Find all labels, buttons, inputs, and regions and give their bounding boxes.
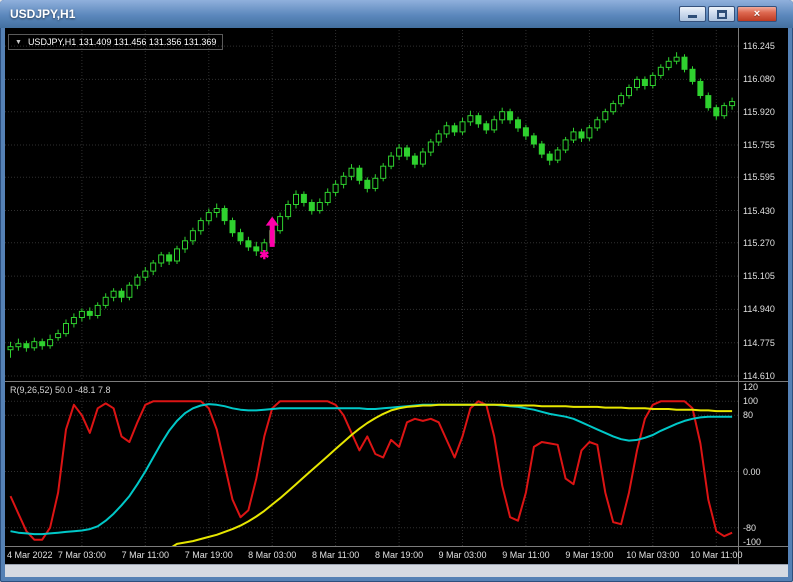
price-axis-label: 115.755	[743, 139, 775, 150]
price-axis[interactable]: 116.245 116.080 115.920 115.755 115.595 115.4…	[738, 28, 788, 564]
price-axis-label: 115.920	[743, 106, 775, 117]
close-icon: ×	[753, 8, 761, 20]
maximize-icon	[716, 9, 727, 19]
panel-separator[interactable]	[5, 381, 788, 382]
price-axis-label: 116.080	[743, 74, 775, 85]
price-axis-label: 115.105	[743, 271, 775, 282]
indicator-axis-label: -100	[743, 536, 762, 547]
maximize-button[interactable]	[708, 6, 735, 22]
symbol-dropdown-icon[interactable]: ▼	[15, 38, 22, 47]
indicator-axis-label: 80	[743, 410, 754, 421]
price-axis-label: 114.610	[743, 370, 775, 381]
indicator-axis-label: 100	[743, 396, 759, 407]
price-axis-label: 116.245	[743, 41, 775, 52]
price-axis-label: 115.430	[743, 205, 775, 216]
time-axis[interactable]: 4 Mar 2022 7 Mar 03:00 7 Mar 11:00 7 Mar 19…	[5, 547, 788, 564]
time-axis-label: 10 Mar 11:00	[690, 550, 743, 560]
indicator-axis-label: -80	[743, 522, 757, 533]
indicator-canvas[interactable]	[5, 383, 738, 546]
price-axis-label: 115.270	[743, 237, 775, 248]
signal-star-icon: ✱	[259, 248, 269, 262]
symbol-ohlc-text: USDJPY,H1 131.409 131.456 131.356 131.36…	[27, 37, 217, 47]
main-chart-canvas[interactable]: ✱	[5, 30, 738, 381]
candles-layer	[7, 52, 736, 358]
caption-buttons: ×	[679, 6, 777, 22]
red-line	[9, 400, 733, 541]
price-axis-label: 115.595	[743, 172, 775, 183]
price-axis-label: 114.775	[743, 337, 775, 348]
price-axis-label: 114.940	[743, 304, 775, 315]
main-grid-layer	[5, 30, 738, 381]
indicator-axis-label: 120	[743, 382, 759, 393]
minimize-icon	[688, 15, 697, 18]
window-titlebar[interactable]: USDJPY,H1 ×	[0, 0, 793, 28]
bottom-strip	[5, 564, 788, 577]
symbol-ohlc-label: ▼ USDJPY,H1 131.409 131.456 131.356 131.…	[8, 34, 224, 50]
window-title: USDJPY,H1	[10, 7, 76, 21]
indicator-label: R(9,26,52) 50.0 -48.1 7.8	[10, 385, 111, 395]
close-button[interactable]: ×	[737, 6, 777, 22]
window: USDJPY,H1 × ✱ ▼ USDJPY,H1 131.409 131.45…	[0, 0, 793, 582]
chart-client-area: ✱ ▼ USDJPY,H1 131.409 131.456 131.356 13…	[5, 28, 788, 577]
signal-up-arrow-icon	[265, 216, 279, 247]
minimize-button[interactable]	[679, 6, 706, 22]
indicator-axis-label: 0.00	[743, 466, 761, 477]
